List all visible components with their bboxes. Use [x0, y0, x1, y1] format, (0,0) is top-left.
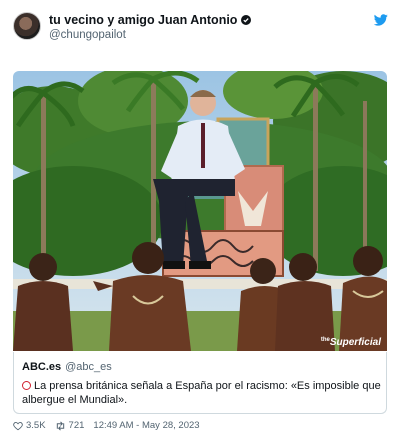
like-count: 3.5K [26, 420, 46, 431]
retweet-count: 721 [68, 420, 85, 431]
tweet-header: tu vecino y amigo Juan Antonio @chungopa… [13, 12, 388, 44]
quoted-tweet-header: ABC.es @abc_es [22, 361, 112, 373]
tweet-card[interactable]: tu vecino y amigo Juan Antonio @chungopa… [0, 0, 400, 440]
like-action[interactable]: 3.5K [13, 420, 46, 431]
watermark-prefix: the [320, 337, 330, 343]
tweet-footer: 3.5K 721 12:49 AM - May 28, 2023 [13, 420, 209, 431]
quoted-tweet[interactable]: ABC.es @abc_es La prensa británica señal… [13, 352, 387, 414]
tweet-photo[interactable]: theSuperficial [13, 71, 387, 351]
verified-badge-icon [241, 15, 252, 25]
red-circle-icon [22, 381, 31, 390]
photo-scene [13, 71, 387, 351]
author-name-text[interactable]: tu vecino y amigo Juan Antonio [49, 13, 237, 27]
twitter-bird-icon[interactable] [374, 14, 388, 26]
author-handle[interactable]: @chungopailot [49, 29, 251, 41]
heart-icon [13, 421, 23, 430]
timestamp-text: 12:49 AM - May 28, 2023 [93, 420, 200, 431]
avatar[interactable] [13, 12, 41, 40]
retweet-action[interactable]: 721 [55, 420, 85, 431]
retweet-icon [56, 421, 64, 430]
quoted-text-body: La prensa británica señala a España por … [22, 380, 381, 406]
quoted-author-handle[interactable]: @abc_es [65, 361, 112, 373]
quoted-tweet-text: La prensa británica señala a España por … [22, 379, 382, 407]
author-info: tu vecino y amigo Juan Antonio @chungopa… [49, 13, 252, 41]
watermark-text: Superficial [329, 337, 381, 348]
author-display-name[interactable]: tu vecino y amigo Juan Antonio [49, 13, 252, 27]
tweet-timestamp[interactable]: 12:49 AM - May 28, 2023 [93, 420, 199, 431]
quoted-author-name[interactable]: ABC.es [22, 361, 61, 373]
photo-watermark: theSuperficial [321, 337, 381, 348]
